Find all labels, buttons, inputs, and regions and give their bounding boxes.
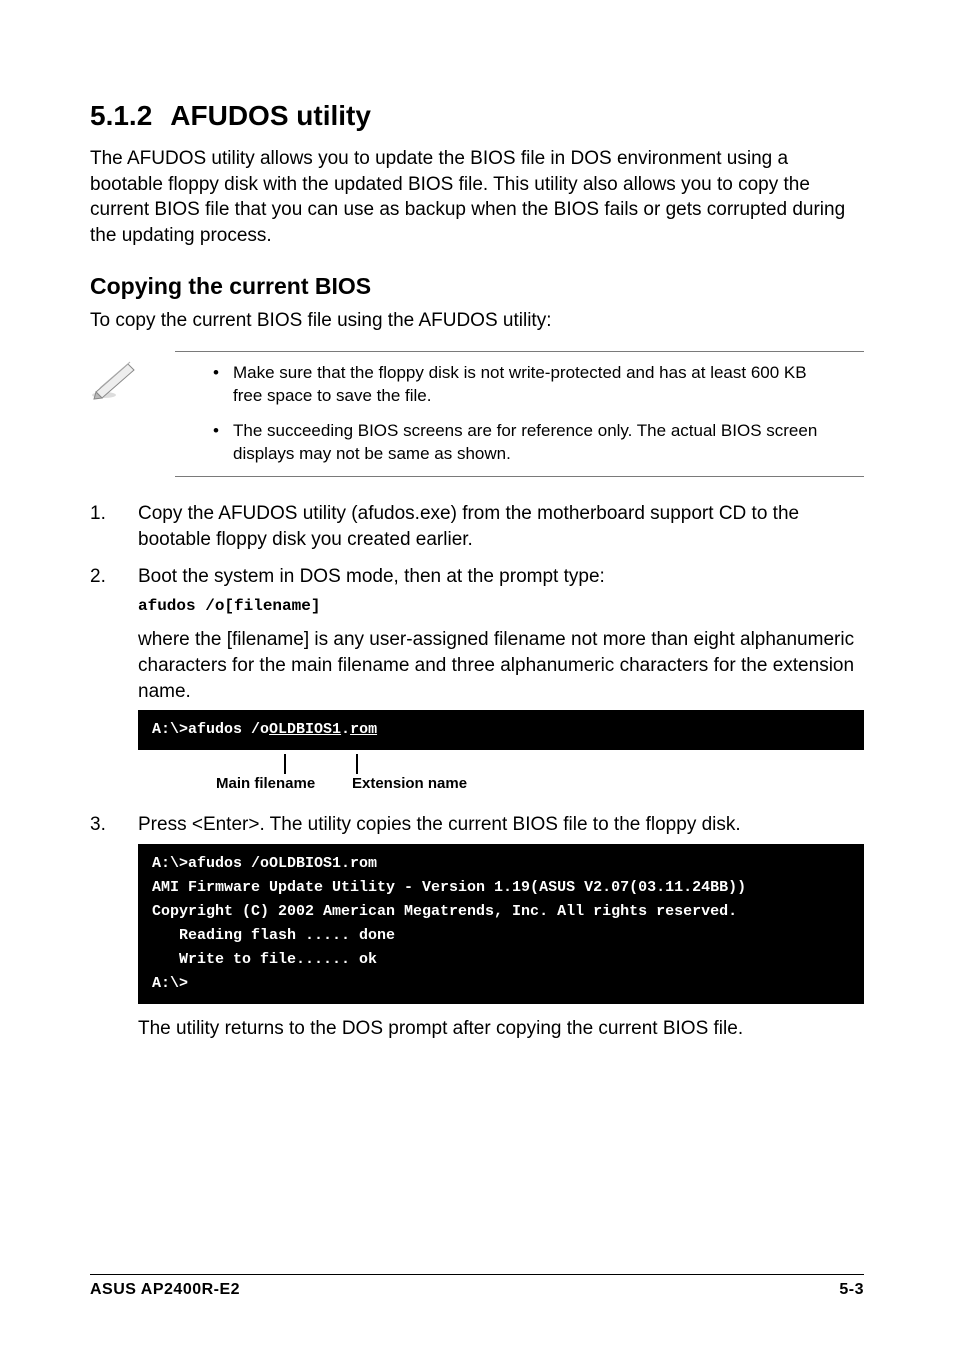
- terminal-prefix: A:\>afudos /o: [152, 721, 269, 738]
- note-list: Make sure that the floppy disk is not wr…: [205, 362, 834, 466]
- label-extension-name: Extension name: [352, 774, 467, 794]
- step-after: The utility returns to the DOS prompt af…: [138, 1016, 864, 1042]
- label-main-filename: Main filename: [216, 774, 315, 794]
- connector-line: [356, 754, 358, 774]
- terminal-line: Reading flash ..... done: [152, 927, 395, 944]
- section-title-row: 5.1.2 AFUDOS utility: [90, 100, 864, 132]
- terminal-line: A:\>: [152, 975, 188, 992]
- step-text: Boot the system in DOS mode, then at the…: [138, 566, 605, 587]
- step-number: 2.: [90, 564, 106, 590]
- terminal-line: Copyright (C) 2002 American Megatrends, …: [152, 903, 737, 920]
- section-title: AFUDOS utility: [170, 100, 371, 132]
- step-number: 1.: [90, 501, 106, 527]
- connector-line: [284, 754, 286, 774]
- section-number: 5.1.2: [90, 100, 152, 132]
- terminal-output-1: A:\>afudos /oOLDBIOS1.rom: [138, 710, 864, 750]
- terminal-line: AMI Firmware Update Utility - Version 1.…: [152, 879, 746, 896]
- step-desc: where the [filename] is any user-assigne…: [138, 629, 854, 701]
- step-command: afudos /o[filename]: [138, 596, 864, 618]
- page: 5.1.2 AFUDOS utility The AFUDOS utility …: [0, 0, 954, 1351]
- terminal-line: A:\>afudos /oOLDBIOS1.rom: [152, 855, 377, 872]
- step-number: 3.: [90, 812, 106, 838]
- footer-left: ASUS AP2400R-E2: [90, 1281, 240, 1299]
- section-body: The AFUDOS utility allows you to update …: [90, 146, 864, 249]
- terminal-dot: .: [341, 721, 350, 738]
- note-block: Make sure that the floppy disk is not wr…: [175, 351, 864, 477]
- terminal-output-2: A:\>afudos /oOLDBIOS1.rom AMI Firmware U…: [138, 844, 864, 1004]
- pencil-icon: [90, 358, 140, 405]
- terminal-filename: OLDBIOS1: [269, 721, 341, 738]
- step-text: Press <Enter>. The utility copies the cu…: [138, 814, 741, 835]
- step-text: Copy the AFUDOS utility (afudos.exe) fro…: [138, 503, 799, 550]
- filename-labels: Main filename Extension name: [138, 754, 864, 794]
- subsection-body: To copy the current BIOS file using the …: [90, 308, 864, 334]
- page-footer: ASUS AP2400R-E2 5-3: [90, 1274, 864, 1299]
- footer-right: 5-3: [839, 1281, 864, 1299]
- step-3: 3. Press <Enter>. The utility copies the…: [90, 812, 864, 1041]
- subsection-title: Copying the current BIOS: [90, 273, 864, 300]
- steps-list: 1. Copy the AFUDOS utility (afudos.exe) …: [90, 501, 864, 1042]
- terminal-ext: rom: [350, 721, 377, 738]
- note-item: Make sure that the floppy disk is not wr…: [205, 362, 834, 408]
- step-1: 1. Copy the AFUDOS utility (afudos.exe) …: [90, 501, 864, 552]
- terminal-line: Write to file...... ok: [152, 951, 377, 968]
- step-2: 2. Boot the system in DOS mode, then at …: [90, 564, 864, 794]
- note-item: The succeeding BIOS screens are for refe…: [205, 420, 834, 466]
